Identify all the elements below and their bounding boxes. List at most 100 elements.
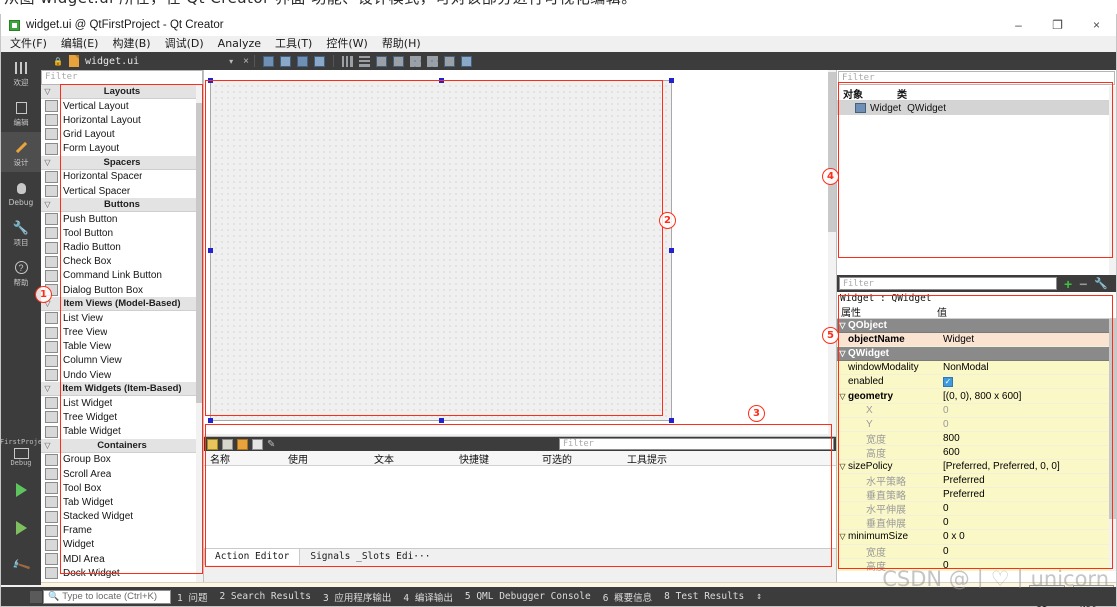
property-editor-filter-input[interactable]: Filter: [839, 277, 1057, 290]
widget-item[interactable]: Vertical Layout: [41, 99, 203, 113]
property-row[interactable]: windowModality NonModal: [837, 361, 1116, 376]
widget-item[interactable]: Tree View: [41, 325, 203, 339]
form-widget-preview[interactable]: [208, 78, 674, 423]
widget-item[interactable]: Dialog Button Box: [41, 283, 203, 297]
widget-item[interactable]: Grid Layout: [41, 127, 203, 141]
property-row[interactable]: 水平策略 Preferred: [837, 474, 1116, 489]
property-row[interactable]: ▽ geometry [(0, 0), 800 x 600]: [837, 389, 1116, 404]
add-property-icon[interactable]: +: [1064, 276, 1072, 292]
checkbox-checked-icon[interactable]: ✓: [943, 376, 953, 387]
chevron-down-icon[interactable]: ▾: [229, 57, 233, 66]
widget-group-header[interactable]: ▽ Layouts: [41, 85, 203, 99]
edit-widgets-icon[interactable]: [262, 54, 276, 68]
widget-item[interactable]: Check Box: [41, 255, 203, 269]
status-tab-app-output[interactable]: 3 应用程序输出: [317, 590, 397, 604]
layout-horizontally-icon[interactable]: [341, 54, 355, 68]
close-button[interactable]: ×: [1077, 14, 1116, 36]
open-file-name[interactable]: widget.ui: [85, 56, 139, 67]
lock-icon[interactable]: 🔒: [53, 57, 63, 66]
widget-item[interactable]: Dock Widget: [41, 566, 203, 580]
edit-signals-slots-icon[interactable]: [279, 54, 293, 68]
resize-handle-bl[interactable]: [208, 418, 213, 423]
chevron-down-icon[interactable]: ▽: [837, 392, 848, 401]
edit-buddies-icon[interactable]: [296, 54, 310, 68]
widget-item[interactable]: Group Box: [41, 453, 203, 467]
widget-item[interactable]: Radio Button: [41, 241, 203, 255]
widget-item[interactable]: Scroll Area: [41, 467, 203, 481]
widget-item[interactable]: Form Layout: [41, 142, 203, 156]
tab-signals-slots-editor[interactable]: Signals _Slots Edi···: [300, 549, 440, 565]
menu-tools[interactable]: 工具(T): [268, 36, 319, 52]
widget-group-header[interactable]: ▽ Spacers: [41, 155, 203, 170]
status-tab-compile-output[interactable]: 4 编译输出: [397, 590, 458, 604]
adjust-size-icon[interactable]: [460, 54, 474, 68]
copy-action-icon[interactable]: [222, 438, 233, 450]
widget-item[interactable]: Stacked Widget: [41, 510, 203, 524]
debug-button[interactable]: [15, 509, 27, 547]
resize-handle-tl[interactable]: [208, 78, 213, 83]
menu-help[interactable]: 帮助(H): [375, 36, 428, 52]
status-tab-search-results[interactable]: 2 Search Results: [213, 591, 317, 602]
layout-vertically-icon[interactable]: [358, 54, 372, 68]
status-tab-issues[interactable]: 1 问题: [171, 590, 213, 604]
property-row[interactable]: ▽ QWidget: [837, 347, 1116, 362]
menu-edit[interactable]: 编辑(E): [54, 36, 106, 52]
mode-welcome[interactable]: 欢迎: [1, 52, 41, 92]
chevron-down-icon[interactable]: ▽: [837, 532, 848, 541]
widget-item[interactable]: Vertical Spacer: [41, 184, 203, 198]
new-action-icon[interactable]: [207, 438, 218, 450]
property-editor-scrollbar[interactable]: [1109, 319, 1116, 571]
output-pane-toggle-icon[interactable]: [30, 590, 42, 603]
property-row[interactable]: 宽度 800: [837, 431, 1116, 446]
delete-action-icon[interactable]: [252, 438, 263, 450]
widget-group-header[interactable]: ▽ Buttons: [41, 198, 203, 213]
menu-build[interactable]: 构建(B): [105, 36, 157, 52]
status-tab-resize-icon[interactable]: ↕: [750, 591, 768, 602]
layout-splitter-horizontal-icon[interactable]: [375, 54, 389, 68]
widget-item[interactable]: Tool Button: [41, 226, 203, 240]
widget-item[interactable]: List Widget: [41, 396, 203, 410]
resize-handle-bc[interactable]: [439, 418, 444, 423]
chevron-down-icon[interactable]: ▽: [837, 462, 848, 471]
property-row[interactable]: ▽ QObject: [837, 319, 1116, 334]
widget-item[interactable]: Undo View: [41, 368, 203, 382]
mode-help[interactable]: ? 帮助: [1, 252, 41, 292]
widget-item[interactable]: Table View: [41, 340, 203, 354]
widget-item[interactable]: Tab Widget: [41, 495, 203, 509]
property-row[interactable]: ▽ sizePolicy [Preferred, Preferred, 0, 0]: [837, 459, 1116, 475]
widget-item[interactable]: Tool Box: [41, 481, 203, 495]
widget-group-header[interactable]: ▽ Item Widgets (Item-Based): [41, 382, 203, 397]
tab-action-editor[interactable]: Action Editor: [204, 548, 301, 565]
inspector-row-widget[interactable]: Widget QWidget: [837, 101, 1116, 115]
mode-debug[interactable]: Debug: [1, 172, 41, 212]
remove-property-icon[interactable]: −: [1079, 276, 1087, 292]
menu-analyze[interactable]: Analyze: [211, 36, 268, 52]
minimize-button[interactable]: –: [999, 14, 1038, 36]
chevron-down-icon[interactable]: ▽: [837, 321, 848, 330]
target-selector-icon[interactable]: [13, 448, 29, 459]
property-row[interactable]: 垂直策略 Preferred: [837, 488, 1116, 503]
property-row[interactable]: 宽度 0: [837, 544, 1116, 559]
close-icon[interactable]: ×: [243, 56, 249, 67]
resize-handle-ml[interactable]: [208, 248, 213, 253]
object-inspector-scrollbar[interactable]: [1109, 86, 1116, 275]
status-tab-qml-debugger[interactable]: 5 QML Debugger Console: [459, 591, 597, 602]
resize-handle-tr[interactable]: [669, 78, 674, 83]
paste-action-icon[interactable]: [237, 438, 248, 450]
resize-handle-mr[interactable]: [669, 248, 674, 253]
action-editor-filter-input[interactable]: Filter: [559, 438, 834, 450]
widget-item[interactable]: Command Link Button: [41, 269, 203, 283]
widget-item[interactable]: List View: [41, 311, 203, 325]
property-row[interactable]: Y0: [837, 417, 1116, 432]
widget-item[interactable]: Widget: [41, 538, 203, 552]
property-row[interactable]: enabled ✓: [837, 375, 1116, 390]
status-tab-test-results[interactable]: 8 Test Results: [658, 591, 750, 602]
object-inspector-filter-input[interactable]: Filter: [838, 71, 1115, 85]
edit-tab-order-icon[interactable]: [313, 54, 327, 68]
locator-input[interactable]: 🔍 Type to locate (Ctrl+K): [43, 589, 171, 604]
design-canvas[interactable]: [204, 70, 836, 434]
widget-item[interactable]: MDI Area: [41, 552, 203, 566]
widget-item[interactable]: Column View: [41, 354, 203, 368]
layout-splitter-vertical-icon[interactable]: [392, 54, 406, 68]
resize-handle-br[interactable]: [669, 418, 674, 423]
